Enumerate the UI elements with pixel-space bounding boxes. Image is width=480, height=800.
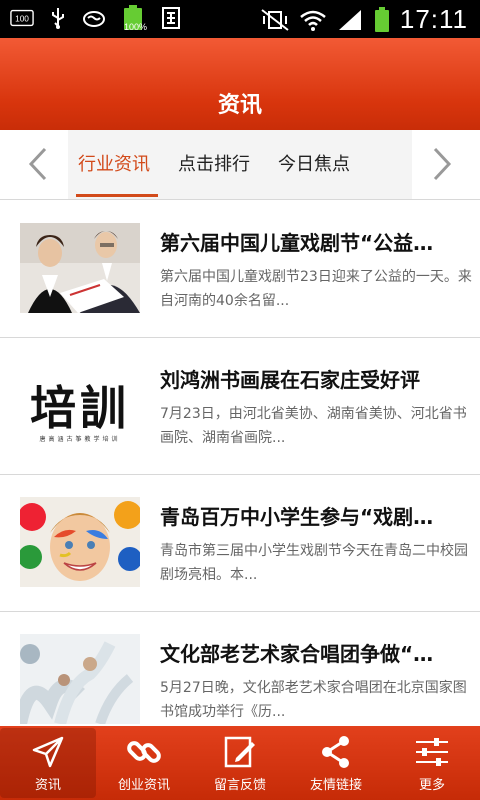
nav-item-more[interactable]: 更多 bbox=[384, 726, 480, 800]
news-summary: 7月23日，由河北省美协、湖南省美协、河北省书画院、湖南省画院... bbox=[160, 406, 467, 446]
sliders-icon bbox=[416, 738, 448, 766]
status-time: 17:11 bbox=[399, 4, 468, 34]
calligraphy-image: 培訓 唐高涵古筝教学培训 bbox=[20, 360, 140, 450]
app-header: 资讯 bbox=[0, 38, 480, 130]
news-summary: 青岛市第三届中小学生戏剧节今天在青岛二中校园剧场亮相。本... bbox=[160, 543, 468, 583]
category-tabs: 行业资讯 点击排行 今日焦点 bbox=[0, 130, 480, 200]
bottom-nav: 资讯 创业资讯 留言反馈 友情链接 更多 bbox=[0, 726, 480, 800]
tab-industry-news[interactable]: 行业资讯 bbox=[78, 130, 150, 199]
list-item[interactable]: 文化部老艺术家合唱团争做“… 5月27日晚，文化部老艺术家合唱团在北京国家图书馆… bbox=[0, 612, 480, 726]
paper-plane-icon bbox=[32, 736, 64, 768]
signal-icon bbox=[336, 8, 364, 32]
page-title: 资讯 bbox=[217, 93, 262, 118]
calligraphy-characters: 培訓 bbox=[30, 381, 130, 435]
nav-label: 留言反馈 bbox=[213, 778, 266, 793]
news-title: 青岛百万中小学生参与“戏剧… bbox=[160, 505, 434, 529]
nav-label: 友情链接 bbox=[309, 778, 362, 793]
news-summary: 5月27日晚，文化部老艺术家合唱团在北京国家图书馆成功举行《历... bbox=[160, 680, 467, 720]
sim-100-icon: 100 bbox=[10, 6, 34, 30]
list-item[interactable]: 培訓 唐高涵古筝教学培训 刘鸿洲书画展在石家庄受好评 7月23日，由河北省美协、… bbox=[0, 338, 480, 475]
share-icon bbox=[322, 736, 349, 768]
news-title: 文化部老艺术家合唱团争做“… bbox=[160, 642, 434, 666]
wifi-icon bbox=[298, 8, 328, 32]
nav-label: 更多 bbox=[418, 778, 445, 793]
chevron-right-icon[interactable] bbox=[422, 144, 462, 184]
sim-label: 100 bbox=[15, 14, 29, 24]
business-people-photo bbox=[20, 223, 140, 313]
news-list: 第六届中国儿童戏剧节“公益… 第六届中国儿童戏剧节23日迎来了公益的一天。来自河… bbox=[0, 201, 480, 726]
status-left-icons: 100 bbox=[10, 5, 184, 30]
nav-item-startup-news[interactable]: 创业资讯 bbox=[96, 726, 192, 800]
edit-note-icon bbox=[224, 736, 255, 768]
nav-label: 资讯 bbox=[34, 778, 61, 793]
news-summary: 第六届中国儿童戏剧节23日迎来了公益的一天。来自河南的40余名留... bbox=[160, 269, 472, 309]
cat-icon bbox=[82, 6, 106, 30]
news-title: 第六届中国儿童戏剧节“公益… bbox=[160, 231, 434, 255]
painted-child-photo bbox=[20, 497, 140, 587]
nav-item-news[interactable]: 资讯 bbox=[0, 728, 96, 798]
status-right-icons: 17:11 bbox=[260, 4, 468, 35]
tab-scroller: 行业资讯 点击排行 今日焦点 bbox=[68, 130, 412, 199]
keyboard-icon bbox=[160, 6, 184, 30]
vibrate-mute-icon bbox=[260, 8, 290, 32]
list-item[interactable]: 第六届中国儿童戏剧节“公益… 第六届中国儿童戏剧节23日迎来了公益的一天。来自河… bbox=[0, 201, 480, 338]
battery-percent: 100% bbox=[124, 22, 148, 32]
dancers-photo bbox=[20, 634, 140, 724]
chain-link-icon bbox=[127, 741, 161, 763]
tab-today-focus[interactable]: 今日焦点 bbox=[278, 130, 350, 199]
usb-icon bbox=[46, 6, 70, 30]
nav-item-friend-links[interactable]: 友情链接 bbox=[288, 726, 384, 800]
nav-label: 创业资讯 bbox=[117, 778, 170, 793]
nav-item-feedback[interactable]: 留言反馈 bbox=[192, 726, 288, 800]
news-title: 刘鸿洲书画展在石家庄受好评 bbox=[160, 368, 420, 392]
status-bar: 100 100% 17:11 bbox=[0, 0, 480, 38]
calligraphy-caption: 唐高涵古筝教学培训 bbox=[39, 436, 121, 443]
battery-icon bbox=[372, 6, 392, 32]
active-tab-indicator bbox=[76, 194, 158, 197]
tab-click-ranking[interactable]: 点击排行 bbox=[178, 130, 250, 199]
chevron-left-icon[interactable] bbox=[18, 144, 58, 184]
list-item[interactable]: 青岛百万中小学生参与“戏剧… 青岛市第三届中小学生戏剧节今天在青岛二中校园剧场亮… bbox=[0, 475, 480, 612]
